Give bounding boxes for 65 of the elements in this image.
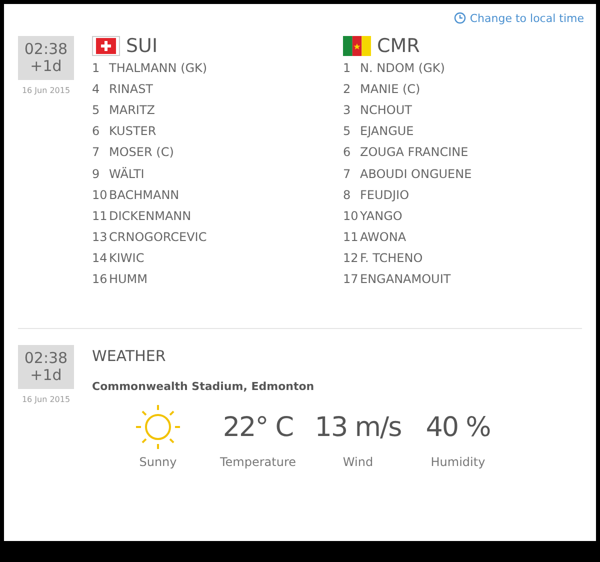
weather-label: Wind	[342, 455, 374, 470]
day-offset: +1d	[30, 367, 62, 384]
player-number: 1	[343, 60, 352, 75]
player-name: AWONA	[360, 230, 406, 244]
venue-name: Commonwealth Stadium, Edmonton	[92, 380, 316, 394]
player-number: 13	[92, 230, 108, 244]
player-name: ENGANAMOUIT	[360, 272, 451, 286]
player-name: YANGO	[360, 208, 402, 223]
flag-icon	[92, 36, 120, 56]
player-name: MARITZ	[109, 102, 155, 117]
player-number: 5	[92, 102, 101, 117]
weather-value: 40 %	[426, 410, 490, 445]
weather-label: Temperature	[220, 455, 296, 470]
weather-label: Sunny	[139, 455, 177, 470]
player-number: 14	[92, 251, 108, 266]
player-name: F. TCHENO	[360, 251, 423, 266]
weather-title: WEATHER	[92, 347, 167, 366]
match-date: 16 Jun 2015	[22, 395, 70, 404]
player-number: 11	[92, 208, 108, 223]
player-name: MANIE (C)	[360, 82, 420, 96]
team-code: CMR	[377, 35, 420, 57]
weather-value: 22° C	[222, 410, 294, 445]
player-name: RINAST	[109, 82, 154, 96]
weather-value: 13 m/s	[314, 410, 402, 445]
player-number: 6	[343, 145, 352, 160]
kickoff-time: 02:38	[24, 41, 68, 58]
kickoff-time: 02:38	[24, 350, 68, 368]
player-number: 9	[92, 166, 101, 181]
player-number: 10	[92, 188, 108, 202]
player-number: 5	[343, 124, 352, 138]
player-number: 7	[343, 166, 352, 181]
player-number: 16	[92, 272, 108, 286]
player-name: DICKENMANN	[109, 208, 192, 223]
player-name: ABOUDI ONGUENE	[360, 166, 472, 181]
player-name: NCHOUT	[360, 102, 412, 117]
match-date: 16 Jun 2015	[22, 86, 70, 95]
player-name: CRNOGORCEVIC	[109, 230, 207, 244]
clock-icon	[454, 12, 466, 24]
player-number: 3	[343, 102, 352, 117]
player-name: MOSER (C)	[109, 145, 174, 160]
player-number: 2	[343, 82, 352, 96]
local-time-link[interactable]: Change to local time	[454, 10, 584, 26]
weather-label: Humidity	[430, 455, 486, 470]
player-number: 8	[343, 188, 352, 202]
player-name: N. NDOM (GK)	[360, 60, 445, 75]
player-number: 1	[92, 60, 101, 75]
player-number: 11	[343, 230, 360, 244]
player-name: WÄLTI	[109, 166, 144, 181]
player-number: 4	[92, 82, 101, 96]
flag-icon	[343, 36, 371, 56]
player-number: 12	[343, 251, 360, 266]
player-name: HUMM	[109, 272, 148, 286]
player-name: ZOUGA FRANCINE	[360, 145, 468, 160]
day-offset: +1d	[30, 58, 62, 75]
player-name: KIWIC	[109, 251, 144, 266]
player-name: THALMANN (GK)	[109, 60, 208, 75]
player-name: KUSTER	[109, 124, 156, 138]
player-number: 6	[92, 124, 101, 138]
player-number: 17	[343, 272, 360, 286]
player-name: BACHMANN	[109, 188, 180, 202]
player-number: 10	[343, 208, 360, 223]
player-name: EJANGUE	[360, 124, 414, 138]
team-code: SUI	[126, 35, 158, 57]
player-number: 7	[92, 145, 101, 160]
player-name: FEUDJIO	[360, 188, 410, 202]
